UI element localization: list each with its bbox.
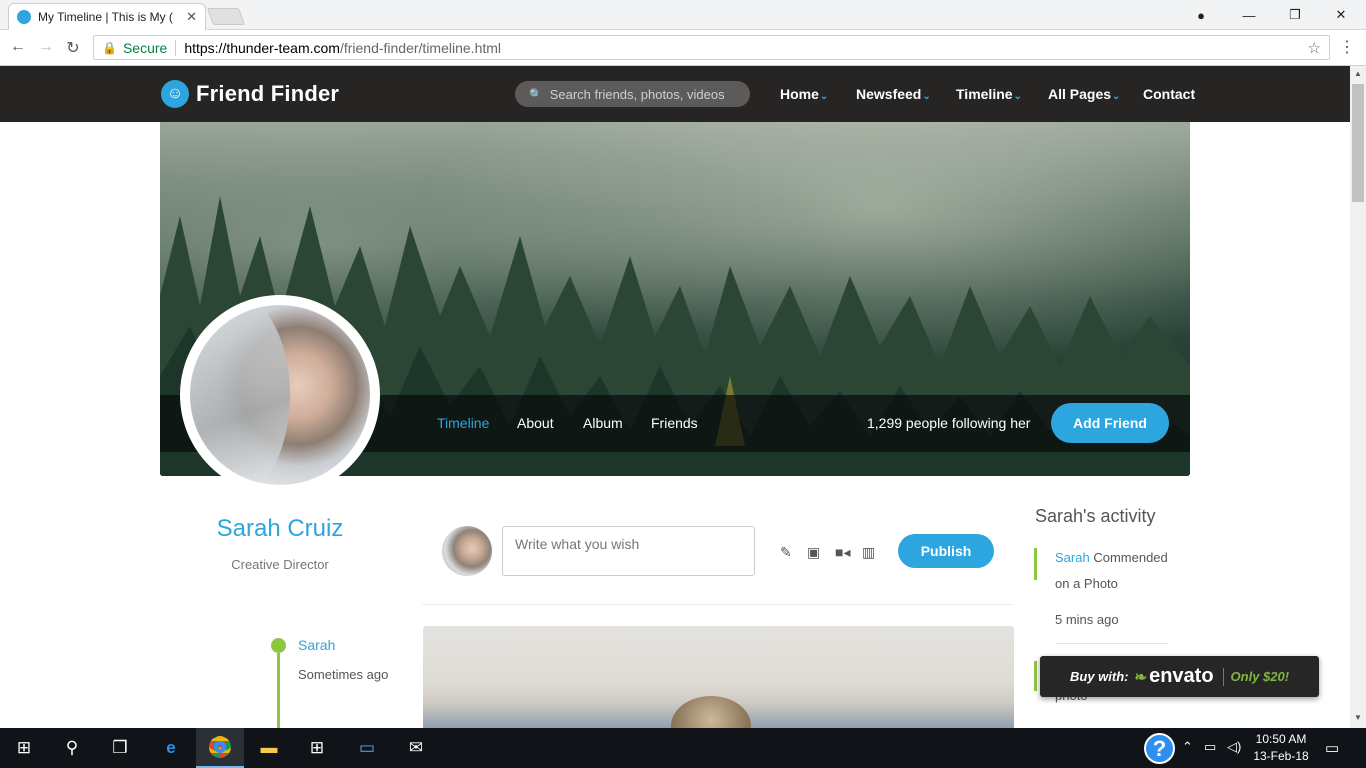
activity-separator bbox=[1055, 643, 1169, 644]
timeline-item-name[interactable]: Sarah bbox=[298, 637, 335, 653]
chevron-down-icon: ⌄ bbox=[819, 91, 829, 102]
envato-brand: envato bbox=[1149, 665, 1214, 687]
chevron-up-icon[interactable]: ⌃ bbox=[1182, 739, 1193, 755]
tab-album[interactable]: Album bbox=[583, 415, 623, 431]
tab-about[interactable]: About bbox=[517, 415, 554, 431]
activity-time: 5 mins ago bbox=[1055, 612, 1119, 627]
activity-user[interactable]: Sarah bbox=[1055, 550, 1090, 565]
video-icon[interactable]: ■◂ bbox=[835, 544, 850, 561]
edge-icon[interactable]: e bbox=[147, 728, 195, 768]
search-icon[interactable]: ⚲ bbox=[48, 728, 96, 768]
restore-button[interactable]: ❐ bbox=[1272, 0, 1318, 30]
envato-banner[interactable]: Buy with: ❧ envato Only $20! bbox=[1040, 656, 1319, 697]
post-input[interactable]: Write what you wish bbox=[502, 526, 755, 576]
scrollbar-thumb[interactable] bbox=[1352, 84, 1364, 202]
smiley-logo-icon: ☺ bbox=[161, 80, 189, 108]
tab-friends[interactable]: Friends bbox=[651, 415, 698, 431]
tab-timeline[interactable]: Timeline bbox=[437, 415, 489, 431]
nav-newsfeed-label: Newsfeed bbox=[856, 86, 922, 102]
activity-item: Sarah Commended bbox=[1055, 550, 1168, 565]
new-tab-button[interactable] bbox=[206, 8, 246, 25]
activity-marker bbox=[1034, 548, 1037, 580]
activity-text: Commended bbox=[1093, 550, 1168, 565]
search-input[interactable]: 🔍 Search friends, photos, videos bbox=[515, 81, 750, 107]
profile-avatar[interactable] bbox=[180, 295, 380, 495]
battery-icon[interactable]: ▭ bbox=[1204, 739, 1216, 755]
lock-icon: 🔒 bbox=[102, 40, 117, 55]
url-separator bbox=[175, 39, 177, 56]
close-window-button[interactable]: ✕ bbox=[1318, 0, 1364, 30]
activity-title: Sarah's activity bbox=[1035, 506, 1156, 526]
help-icon[interactable]: ? bbox=[1144, 733, 1175, 764]
activity-marker bbox=[1034, 661, 1037, 691]
clock-time: 10:50 AM bbox=[1255, 732, 1307, 746]
nav-timeline[interactable]: Timeline⌄ bbox=[956, 86, 1022, 102]
store-icon[interactable]: ⊞ bbox=[293, 728, 341, 768]
clock-date: 13-Feb-18 bbox=[1253, 749, 1309, 763]
map-icon[interactable]: ▥ bbox=[862, 544, 875, 561]
nav-contact-label: Contact bbox=[1143, 86, 1196, 102]
profile-photo bbox=[190, 305, 370, 485]
nav-newsfeed[interactable]: Newsfeed⌄ bbox=[856, 86, 931, 102]
remote-desktop-icon[interactable]: ▭ bbox=[343, 728, 391, 768]
nav-timeline-label: Timeline bbox=[956, 86, 1013, 102]
nav-all-pages[interactable]: All Pages⌄ bbox=[1048, 86, 1120, 102]
followers-count: 1,299 people following her bbox=[867, 415, 1031, 431]
composer-avatar bbox=[442, 526, 492, 576]
mail-icon[interactable]: ✉ bbox=[392, 728, 440, 768]
taskbar-clock[interactable]: 10:50 AM 13-Feb-18 bbox=[1250, 731, 1312, 765]
url-input[interactable]: 🔒 Secure https://thunder-team.com/friend… bbox=[93, 35, 1330, 60]
edit-icon[interactable]: ✎ bbox=[780, 544, 792, 561]
chrome-icon[interactable] bbox=[196, 728, 244, 768]
file-explorer-icon[interactable]: ▬ bbox=[245, 728, 293, 768]
back-icon[interactable]: ← bbox=[7, 38, 29, 56]
scroll-up-icon[interactable]: ▲ bbox=[1352, 69, 1364, 81]
nav-home[interactable]: Home⌄ bbox=[780, 86, 828, 102]
tab-title: My Timeline | This is My ( bbox=[38, 10, 173, 24]
url-path: /friend-finder/timeline.html bbox=[339, 39, 502, 56]
envato-logo: ❧ envato bbox=[1135, 665, 1214, 688]
brand-name: Friend Finder bbox=[196, 81, 340, 106]
bookmark-star-icon[interactable]: ☆ bbox=[1308, 39, 1321, 57]
chevron-down-icon: ⌄ bbox=[1013, 91, 1022, 102]
activity-text-2: on a Photo bbox=[1055, 576, 1118, 591]
site-logo[interactable]: ☺ Friend Finder bbox=[161, 80, 339, 108]
notifications-icon[interactable]: ▭ bbox=[1325, 739, 1339, 757]
profile-role: Creative Director bbox=[231, 557, 329, 572]
volume-icon[interactable]: ◁) bbox=[1227, 739, 1241, 755]
leaf-icon: ❧ bbox=[1134, 668, 1148, 686]
nav-all-pages-label: All Pages bbox=[1048, 86, 1112, 102]
add-friend-button[interactable]: Add Friend bbox=[1051, 403, 1169, 443]
forward-icon[interactable]: → bbox=[35, 38, 57, 56]
chevron-down-icon: ⌄ bbox=[1112, 91, 1121, 102]
search-icon: 🔍 bbox=[529, 88, 543, 101]
reload-icon[interactable]: ↻ bbox=[62, 38, 84, 58]
minimize-button[interactable]: — bbox=[1226, 0, 1272, 30]
timeline-dot bbox=[271, 638, 286, 653]
image-icon[interactable]: ▣ bbox=[807, 544, 820, 561]
url-host: https://thunder-team.com bbox=[184, 39, 340, 56]
timeline-item-time: Sometimes ago bbox=[298, 667, 389, 682]
nav-home-label: Home bbox=[780, 86, 819, 102]
browser-menu-icon[interactable]: ⋮ bbox=[1339, 37, 1355, 57]
site-favicon-icon bbox=[17, 10, 31, 24]
close-tab-icon[interactable]: ✕ bbox=[186, 9, 197, 25]
task-view-icon[interactable]: ❒ bbox=[96, 728, 144, 768]
search-placeholder: Search friends, photos, videos bbox=[549, 86, 725, 102]
envato-price: Only $20! bbox=[1230, 669, 1290, 684]
chevron-down-icon: ⌄ bbox=[922, 91, 931, 102]
scroll-down-icon[interactable]: ▼ bbox=[1352, 713, 1364, 725]
profile-icon[interactable]: ● bbox=[1178, 0, 1224, 30]
envato-separator bbox=[1222, 667, 1224, 686]
profile-name[interactable]: Sarah Cruiz bbox=[160, 515, 400, 543]
nav-contact[interactable]: Contact bbox=[1143, 86, 1195, 102]
browser-tab[interactable]: My Timeline | This is My ( ✕ bbox=[8, 3, 206, 30]
windows-start-icon[interactable]: ⊞ bbox=[0, 728, 48, 768]
secure-label: Secure bbox=[122, 39, 168, 56]
envato-buy-label: Buy with: bbox=[1070, 669, 1129, 684]
publish-button[interactable]: Publish bbox=[898, 534, 994, 568]
timeline-line bbox=[277, 653, 280, 728]
post-image[interactable] bbox=[423, 626, 1014, 728]
composer-divider bbox=[422, 604, 1014, 605]
